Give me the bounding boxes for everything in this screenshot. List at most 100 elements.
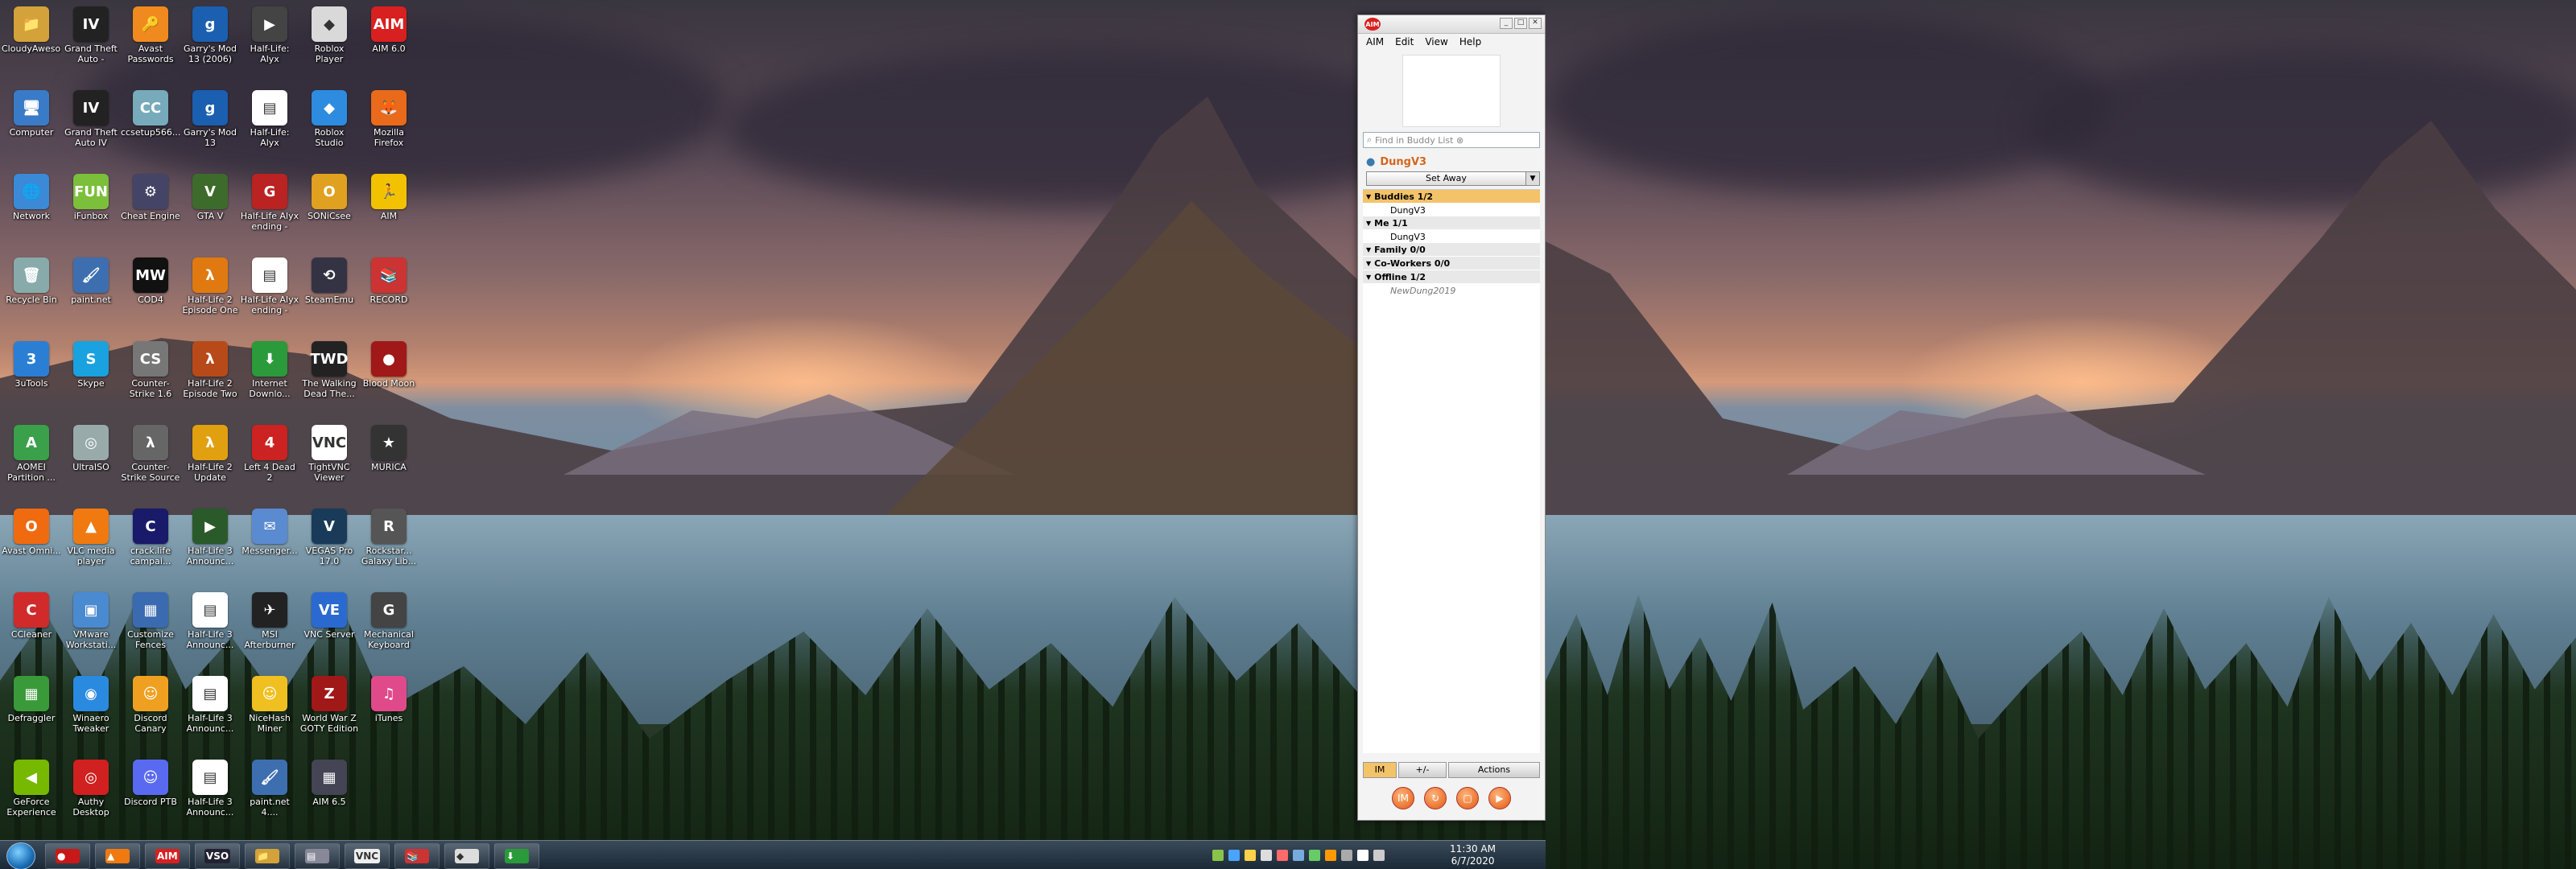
desktop-icon[interactable]: ◎ Authy Desktop (61, 755, 121, 818)
desktop-icon[interactable]: ▣ VMware Workstati... (61, 587, 121, 650)
desktop-icon[interactable]: ▦ Defraggler (2, 671, 61, 723)
desktop-icon[interactable]: ▲ VLC media player (61, 504, 121, 566)
desktop-icon[interactable]: 🏃 AIM (359, 169, 419, 221)
window-icon[interactable]: ▢ (1456, 787, 1479, 809)
buddy-search-input[interactable]: ⌕ Find in Buddy List ⊗ (1363, 132, 1540, 148)
desktop-icon[interactable]: CS Counter-Strike 1.6 (121, 336, 180, 399)
status-label[interactable]: Set Away (1366, 171, 1526, 186)
menu-view[interactable]: View (1425, 36, 1447, 47)
network-icon[interactable] (1357, 850, 1368, 861)
chevron-down-icon[interactable]: ▼ (1526, 171, 1540, 186)
taskbar-item[interactable]: ◆ (444, 843, 489, 869)
desktop-icon[interactable]: ▤ Half-Life 3 Announc... (180, 671, 240, 734)
desktop-icon[interactable]: 📚 RECORD (359, 253, 419, 305)
desktop-icon[interactable]: IV Grand Theft Auto IV (61, 85, 121, 148)
desktop-icon[interactable]: ▶ Half-Life 3 Announc... (180, 504, 240, 566)
desktop-icon[interactable]: ◆ Roblox Player (299, 2, 359, 64)
desktop-icon[interactable]: λ Half-Life 2 Update (180, 420, 240, 483)
aim-title-bar[interactable]: AIM _ □ ✕ (1358, 15, 1545, 34)
desktop-icon[interactable]: ▦ AIM 6.5 (299, 755, 359, 807)
taskbar-item[interactable]: VNC (345, 843, 390, 869)
desktop-icon[interactable]: ● Blood Moon (359, 336, 419, 389)
desktop-icon[interactable]: 4 Left 4 Dead 2 (240, 420, 299, 483)
desktop-icon[interactable]: ◀ GeForce Experience (2, 755, 61, 818)
menu-edit[interactable]: Edit (1395, 36, 1414, 47)
maximize-button[interactable]: □ (1514, 18, 1527, 29)
desktop-icon[interactable]: ▦ Customize Fences (121, 587, 180, 650)
minimize-button[interactable]: _ (1500, 18, 1513, 29)
start-button[interactable] (6, 842, 35, 869)
buddy-group[interactable]: ▼ Family 0/0 (1363, 243, 1540, 257)
desktop-icon[interactable]: FUN iFunbox (61, 169, 121, 221)
desktop-icon[interactable]: g Garry's Mod 13 (180, 85, 240, 148)
desktop-icon[interactable]: 📁CloudyAwesome (2, 2, 61, 54)
chevron-down-icon[interactable]: ▼ (1366, 246, 1371, 253)
tray-icon[interactable] (1309, 850, 1320, 861)
desktop-icon[interactable]: ⬇ Internet Downlo... (240, 336, 299, 399)
desktop-icon[interactable]: ✉ Messenger... (240, 504, 299, 556)
tray-icon[interactable] (1228, 850, 1240, 861)
volume-icon[interactable] (1373, 850, 1385, 861)
desktop-icon[interactable]: λ Half-Life 2 Episode Two (180, 336, 240, 399)
desktop-icon[interactable]: IVGrand Theft Auto - Episodes (61, 2, 121, 64)
taskbar-item[interactable]: ▲ (95, 843, 140, 869)
chevron-down-icon[interactable]: ▼ (1366, 193, 1371, 200)
desktop-icon[interactable]: A AOMEI Partition ... (2, 420, 61, 483)
buddy-item[interactable]: DungV3 (1363, 204, 1540, 216)
tray-icon[interactable] (1325, 850, 1336, 861)
buddy-group[interactable]: ▼ Offline 1/2 (1363, 270, 1540, 284)
desktop-icon[interactable]: λ Half-Life 2 Episode One (180, 253, 240, 315)
my-screen-name[interactable]: ● DungV3 (1358, 153, 1545, 171)
buddy-item[interactable]: DungV3 (1363, 230, 1540, 243)
buddy-item[interactable]: NewDung2019 (1363, 284, 1540, 297)
im-icon[interactable]: IM (1392, 787, 1414, 809)
desktop-icon[interactable]: ☺ Discord PTB (121, 755, 180, 807)
desktop-icon[interactable]: ⚙ Cheat Engine (121, 169, 180, 221)
desktop-icon[interactable]: ◉ Winaero Tweaker (61, 671, 121, 734)
desktop-icon[interactable]: ☺ Discord Canary (121, 671, 180, 734)
buddy-group[interactable]: ▼ Me 1/1 (1363, 216, 1540, 230)
menu-help[interactable]: Help (1459, 36, 1481, 47)
desktop-icon[interactable]: C CCleaner (2, 587, 61, 640)
desktop-icon[interactable]: O SONiCsee (299, 169, 359, 221)
desktop-icon[interactable]: V GTA V (180, 169, 240, 221)
tray-icon[interactable] (1277, 850, 1288, 861)
desktop-icon[interactable]: ☺ NiceHash Miner (240, 671, 299, 734)
buddy-group[interactable]: ▼ Co-Workers 0/0 (1363, 257, 1540, 270)
desktop-icon[interactable]: R Rockstar... Galaxy Lib... (359, 504, 419, 566)
desktop-icon[interactable]: ▤Half-Life Alyx ending - full... (240, 253, 299, 315)
taskbar-item[interactable]: AIM (145, 843, 190, 869)
taskbar-item[interactable]: ⬇ (494, 843, 539, 869)
desktop-icon[interactable]: ✈ MSI Afterburner (240, 587, 299, 650)
add-remove-button[interactable]: +/- (1398, 762, 1447, 778)
desktop-icon[interactable]: Z World War Z GOTY Edition (299, 671, 359, 734)
actions-button[interactable]: Actions (1448, 762, 1540, 778)
chevron-down-icon[interactable]: ▼ (1366, 220, 1371, 227)
desktop-icon[interactable]: 🌐 Network (2, 169, 61, 221)
desktop-icon[interactable]: ▤ Half-Life 3 Announc... (180, 755, 240, 818)
menu-aim[interactable]: AIM (1366, 36, 1384, 47)
desktop-icon[interactable]: V VEGAS Pro 17.0 (299, 504, 359, 566)
clock[interactable]: 11:30 AM 6/7/2020 (1450, 843, 1496, 867)
tray-icon[interactable] (1245, 850, 1256, 861)
desktop-icon[interactable]: 🖌 paint.net 4.... (240, 755, 299, 818)
im-button[interactable]: IM (1363, 762, 1397, 778)
desktop-icon[interactable]: ▤Half-Life: Alyx Announcem... (240, 85, 299, 148)
desktop-icon[interactable]: 🖥 Computer (2, 85, 61, 138)
taskbar-item[interactable]: 📁 (245, 843, 290, 869)
buddy-list[interactable]: ▼ Buddies 1/2 DungV3 ▼ Me 1/1 DungV3 ▼ Family 0… (1363, 189, 1540, 753)
desktop-icon[interactable]: ◎ UltraISO (61, 420, 121, 472)
desktop-icon[interactable]: MW COD4 (121, 253, 180, 305)
desktop-icon[interactable]: g Garry's Mod 13 (2006) (180, 2, 240, 64)
tray-icon[interactable] (1341, 850, 1352, 861)
desktop-icon[interactable]: ▤ Half-Life 3 Announc... (180, 587, 240, 650)
desktop-icon[interactable]: 🗑 Recycle Bin (2, 253, 61, 305)
taskbar-item[interactable]: ▤ (295, 843, 340, 869)
aim-buddy-list-window[interactable]: AIM _ □ ✕ AIM Edit View Help ⌕ Find in B… (1357, 14, 1546, 821)
desktop-icon[interactable]: Ccrack.life campai... (121, 504, 180, 566)
chevron-down-icon[interactable]: ▼ (1366, 274, 1371, 281)
desktop-icon[interactable]: ⟲ SteamEmu (299, 253, 359, 305)
desktop-icon[interactable]: O Avast Omni... (2, 504, 61, 556)
desktop-icon[interactable]: ♫ iTunes (359, 671, 419, 723)
tray-icon[interactable] (1212, 850, 1224, 861)
